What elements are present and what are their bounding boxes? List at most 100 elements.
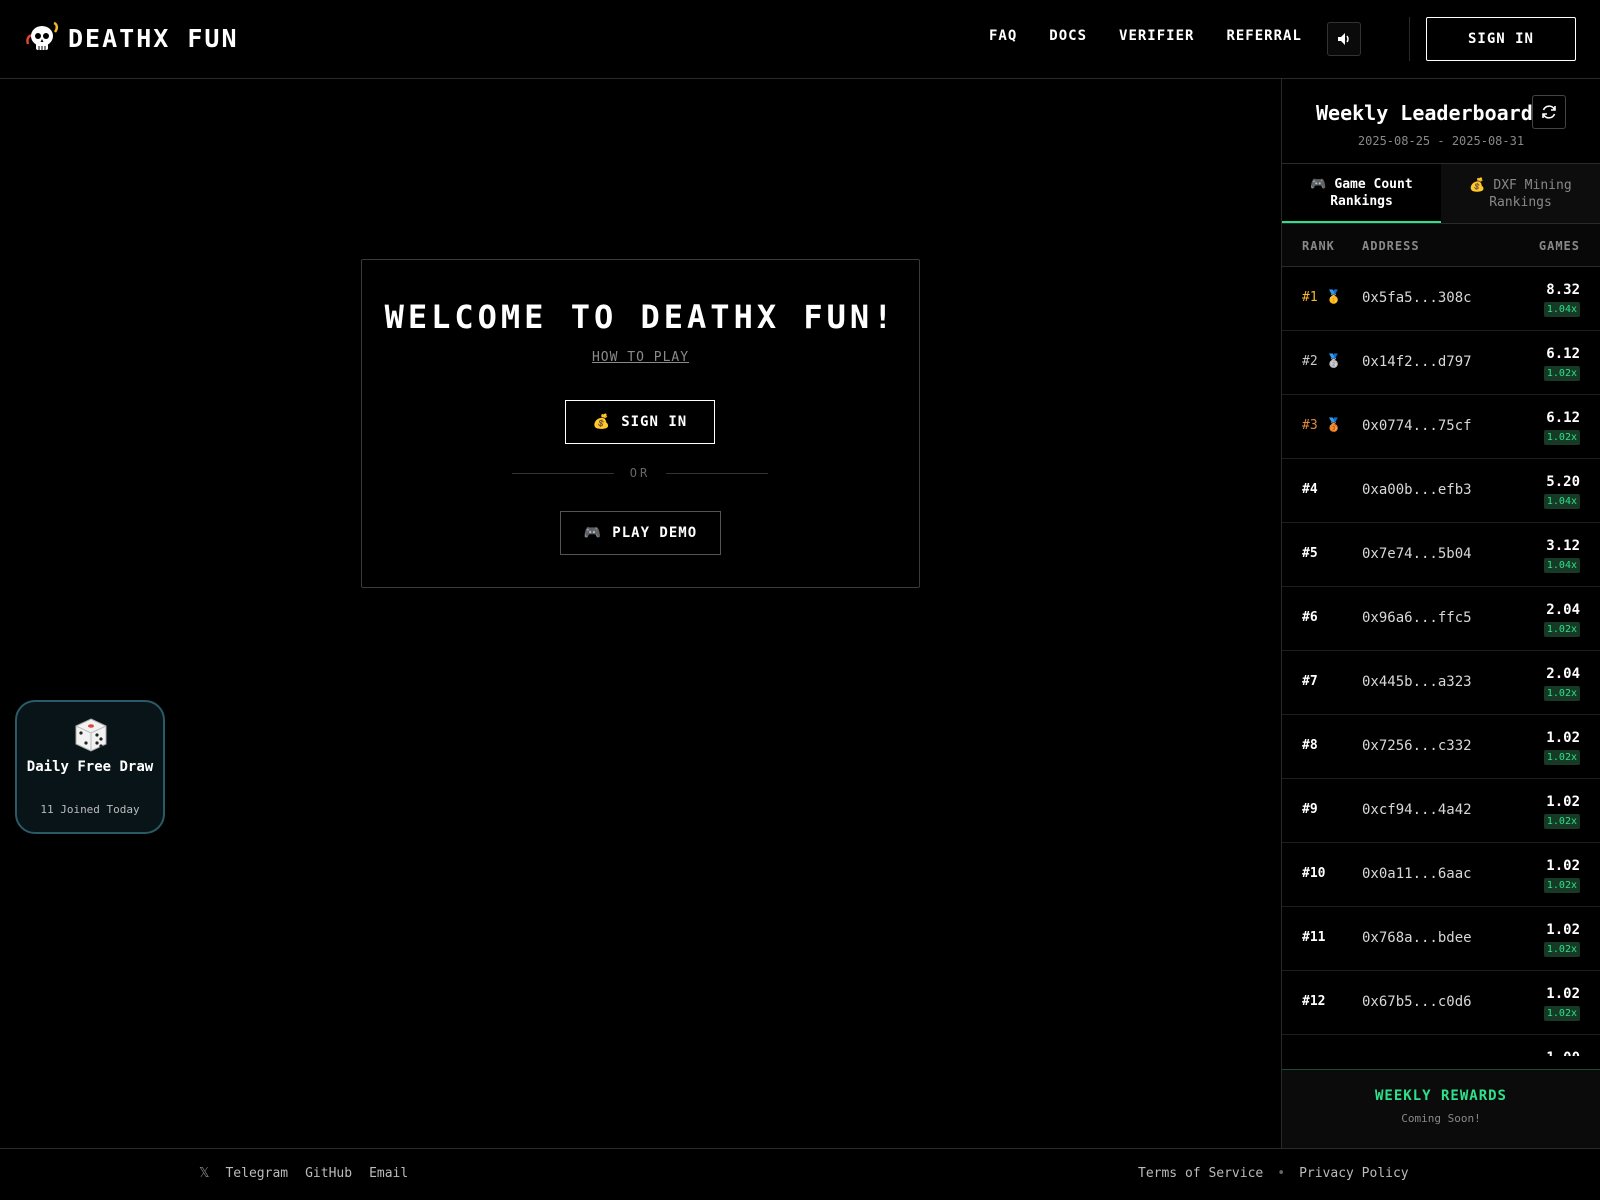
row-games: 6.12: [1546, 346, 1580, 362]
header-sign-in-button[interactable]: SIGN IN: [1426, 17, 1576, 61]
footer-legal-links: Terms of Service • Privacy Policy: [1138, 1166, 1409, 1181]
row-rank: #7: [1302, 674, 1318, 689]
header-divider: [1409, 17, 1410, 61]
logo-text: DEATHX FUN: [68, 23, 239, 53]
footer-social-links: 𝕏 Telegram GitHub Email: [199, 1166, 425, 1181]
sound-toggle-button[interactable]: [1327, 22, 1361, 56]
row-rank: #9: [1302, 802, 1318, 817]
row-rank: #3 🥉: [1302, 418, 1342, 433]
row-address: 0x0a11...6aac: [1362, 866, 1472, 882]
footer: 𝕏 Telegram GitHub Email Terms of Service…: [0, 1148, 1600, 1200]
row-rank: #11: [1302, 930, 1326, 945]
row-rank: #8: [1302, 738, 1318, 753]
how-to-play-link[interactable]: HOW TO PLAY: [362, 350, 919, 365]
row-multiplier-badge: 1.02x: [1543, 622, 1580, 637]
table-row[interactable]: #4 0xa00b...efb3 5.20 1.04x: [1282, 459, 1600, 523]
refresh-button[interactable]: [1532, 95, 1566, 129]
row-address: 0x7256...c332: [1362, 738, 1472, 754]
tab-dxf-mining-rankings[interactable]: 💰 DXF Mining Rankings: [1441, 164, 1600, 223]
row-rank: #5: [1302, 546, 1318, 561]
row-multiplier-badge: 1.02x: [1543, 366, 1580, 381]
table-row[interactable]: #6 0x96a6...ffc5 2.04 1.02x: [1282, 587, 1600, 651]
table-row[interactable]: #3 🥉 0x0774...75cf 6.12 1.02x: [1282, 395, 1600, 459]
skull-logo-icon: [26, 21, 59, 50]
footer-link-terms[interactable]: Terms of Service: [1138, 1166, 1263, 1181]
leaderboard-title: Weekly Leaderboard: [1316, 101, 1533, 125]
row-address: 0x96a6...ffc5: [1362, 610, 1472, 626]
row-games: 1.02: [1546, 858, 1580, 874]
weekly-rewards-section: WEEKLY REWARDS Coming Soon!: [1282, 1069, 1600, 1148]
top-header: DEATHX FUN FAQ DOCS VERIFIER REFERRAL SI…: [0, 0, 1600, 79]
footer-link-telegram[interactable]: Telegram: [225, 1166, 288, 1181]
row-multiplier-badge: 1.02x: [1543, 430, 1580, 445]
table-row[interactable]: #11 0x768a...bdee 1.02 1.02x: [1282, 907, 1600, 971]
table-row[interactable]: #7 0x445b...a323 2.04 1.02x: [1282, 651, 1600, 715]
row-multiplier-badge: 1.02x: [1543, 878, 1580, 893]
row-games: 5.20: [1546, 474, 1580, 490]
nav-faq[interactable]: FAQ: [989, 28, 1017, 44]
daily-draw-title: Daily Free Draw: [26, 759, 154, 775]
daily-free-draw-widget[interactable]: Daily Free Draw 11 Joined Today: [15, 700, 165, 834]
dice-icon: [75, 718, 107, 752]
footer-separator: •: [1277, 1166, 1286, 1181]
weekly-rewards-subtitle: Coming Soon!: [1401, 1112, 1481, 1125]
welcome-sign-in-button[interactable]: 💰 SIGN IN: [565, 400, 715, 444]
row-games: 8.32: [1546, 282, 1580, 298]
nav-docs[interactable]: DOCS: [1049, 28, 1087, 44]
gamepad-icon: 🎮: [583, 525, 603, 541]
row-games: 1.02: [1546, 730, 1580, 746]
daily-draw-joined: 11 Joined Today: [40, 803, 140, 816]
nav-verifier[interactable]: VERIFIER: [1119, 28, 1194, 44]
table-row[interactable]: #5 0x7e74...5b04 3.12 1.04x: [1282, 523, 1600, 587]
row-address: 0x0774...75cf: [1362, 418, 1472, 434]
welcome-card: WELCOME TO DEATHX FUN! HOW TO PLAY 💰 SIG…: [361, 259, 920, 588]
table-row[interactable]: #10 0x0a11...6aac 1.02 1.02x: [1282, 843, 1600, 907]
footer-link-privacy[interactable]: Privacy Policy: [1299, 1166, 1409, 1181]
row-multiplier-badge: 1.02x: [1543, 686, 1580, 701]
row-address: 0x768a...bdee: [1362, 930, 1472, 946]
leaderboard-column-headers: RANK ADDRESS GAMES: [1282, 224, 1600, 267]
logo[interactable]: DEATHX FUN: [24, 20, 239, 56]
row-games: 1.02: [1546, 922, 1580, 938]
speaker-icon: [1338, 33, 1349, 45]
row-address: 0x14f2...d797: [1362, 354, 1472, 370]
col-rank: RANK: [1302, 239, 1335, 253]
row-games: 1.02: [1546, 794, 1580, 810]
row-address: 0x5fa5...308c: [1362, 290, 1472, 306]
footer-link-github[interactable]: GitHub: [305, 1166, 352, 1181]
table-row[interactable]: #1 🥇 0x5fa5...308c 8.32 1.04x: [1282, 267, 1600, 331]
row-rank: #6: [1302, 610, 1318, 625]
row-address: 0x7e74...5b04: [1362, 546, 1472, 562]
row-multiplier-badge: 1.04x: [1543, 494, 1580, 509]
row-rank: #2 🥈: [1302, 354, 1342, 369]
footer-link-email[interactable]: Email: [369, 1166, 408, 1181]
row-multiplier-badge: 1.02x: [1543, 942, 1580, 957]
table-row[interactable]: #12 0x67b5...c0d6 1.02 1.02x: [1282, 971, 1600, 1035]
table-row[interactable]: #8 0x7256...c332 1.02 1.02x: [1282, 715, 1600, 779]
row-address: 0xa00b...efb3: [1362, 482, 1472, 498]
table-row[interactable]: #130x666c...b6661.00: [1282, 1035, 1600, 1056]
row-rank: #4: [1302, 482, 1318, 497]
sign-in-label: SIGN IN: [621, 414, 688, 430]
row-multiplier-badge: 1.02x: [1543, 1006, 1580, 1021]
row-rank: #1 🥇: [1302, 290, 1342, 305]
x-logo-icon[interactable]: 𝕏: [199, 1166, 209, 1181]
main-nav: FAQ DOCS VERIFIER REFERRAL: [989, 28, 1334, 44]
row-multiplier-badge: 1.04x: [1543, 302, 1580, 317]
row-multiplier-badge: 1.04x: [1543, 558, 1580, 573]
weekly-rewards-title: WEEKLY REWARDS: [1374, 1088, 1507, 1104]
or-line-right: [666, 472, 769, 474]
col-games: GAMES: [1538, 239, 1580, 253]
table-row[interactable]: #2 🥈 0x14f2...d797 6.12 1.02x: [1282, 331, 1600, 395]
tab-game-count-rankings[interactable]: 🎮 Game Count Rankings: [1282, 164, 1441, 223]
col-address: ADDRESS: [1362, 239, 1420, 253]
table-row[interactable]: #9 0xcf94...4a42 1.02 1.02x: [1282, 779, 1600, 843]
play-demo-button[interactable]: 🎮 PLAY DEMO: [560, 511, 721, 555]
row-games: 1.00: [1546, 1050, 1580, 1056]
row-rank: #10: [1302, 866, 1326, 881]
nav-referral[interactable]: REFERRAL: [1226, 28, 1301, 44]
refresh-icon: [1542, 105, 1556, 119]
row-address: 0x67b5...c0d6: [1362, 994, 1472, 1010]
row-games: 6.12: [1546, 410, 1580, 426]
welcome-title: WELCOME TO DEATHX FUN!: [384, 298, 897, 336]
